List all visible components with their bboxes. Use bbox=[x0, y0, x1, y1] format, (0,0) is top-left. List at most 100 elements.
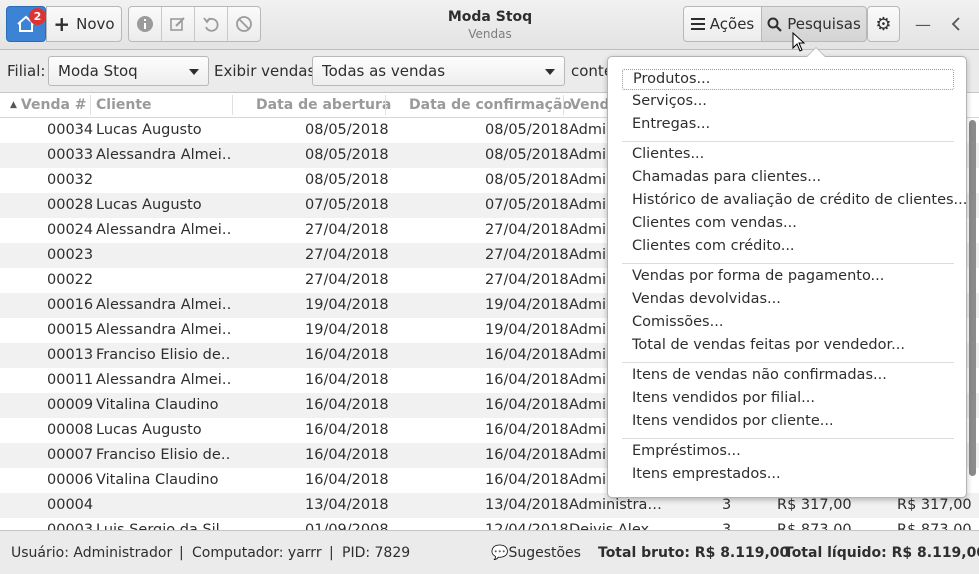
cell-confirmacao: 16/04/2018 bbox=[485, 372, 569, 388]
info-button[interactable] bbox=[129, 7, 162, 41]
cell-cliente: Alessandra Almei… bbox=[96, 222, 232, 238]
cell-confirmacao: 08/05/2018 bbox=[485, 122, 569, 138]
column-divider bbox=[232, 95, 233, 115]
window-subtitle: Vendas bbox=[468, 27, 512, 41]
novo-button[interactable]: + Novo bbox=[46, 6, 122, 42]
pesquisas-label: Pesquisas bbox=[787, 15, 861, 33]
cell-confirmacao: 08/05/2018 bbox=[485, 147, 569, 163]
cell-cliente: Luis Sergio da Sil… bbox=[96, 522, 232, 530]
cell-venda: 00013 bbox=[47, 347, 94, 363]
cell-abertura: 08/05/2018 bbox=[305, 147, 389, 163]
cell-confirmacao: 13/04/2018 bbox=[485, 497, 569, 513]
stoq-window: 2 + Novo Moda Stoq Vendas Ações Pesquisa… bbox=[0, 0, 979, 574]
cell-confirmacao: 16/04/2018 bbox=[485, 397, 569, 413]
menu-item[interactable]: Empréstimos... bbox=[622, 442, 954, 463]
acoes-button[interactable]: Ações bbox=[683, 6, 762, 42]
cell-abertura: 16/04/2018 bbox=[305, 372, 389, 388]
undo-icon bbox=[203, 17, 219, 32]
status-separator: | bbox=[329, 545, 334, 561]
acoes-label: Ações bbox=[709, 15, 755, 33]
cell-abertura: 08/05/2018 bbox=[305, 122, 389, 138]
home-button[interactable]: 2 bbox=[6, 6, 46, 42]
table-scrollbar[interactable] bbox=[969, 120, 976, 476]
minimize-icon: — bbox=[915, 14, 931, 34]
column-header-venda[interactable]: ▲ Venda # bbox=[10, 97, 87, 113]
menu-separator bbox=[622, 438, 954, 439]
cell-venda: 00028 bbox=[47, 197, 94, 213]
cell-vendedor: Deivis Alex bbox=[569, 522, 650, 530]
exibir-label: Exibir vendas bbox=[214, 62, 316, 80]
menu-item[interactable]: Serviços... bbox=[622, 92, 954, 113]
hamburger-icon bbox=[690, 18, 705, 30]
cell-total-liquido: R$ 317,00 bbox=[897, 497, 972, 513]
column-header-vendedor[interactable]: Vend bbox=[570, 97, 610, 113]
column-header-abertura[interactable]: Data de abertura bbox=[256, 97, 391, 113]
menu-separator bbox=[622, 141, 954, 142]
total-liquido: Total líquido: R$ 8.119,00 bbox=[784, 545, 979, 561]
column-divider bbox=[90, 95, 91, 115]
cell-abertura: 08/05/2018 bbox=[305, 172, 389, 188]
menu-item[interactable]: Clientes... bbox=[622, 145, 954, 166]
minimize-button[interactable]: — bbox=[912, 14, 934, 34]
column-divider bbox=[563, 95, 564, 115]
sort-asc-icon: ▲ bbox=[10, 100, 17, 110]
cell-cliente: Vitalina Claudino bbox=[96, 397, 219, 413]
info-icon bbox=[137, 16, 153, 32]
status-computador: Computador: yarrr bbox=[192, 545, 322, 561]
menu-item[interactable]: Clientes com vendas... bbox=[622, 214, 954, 235]
cell-confirmacao: 08/05/2018 bbox=[485, 172, 569, 188]
cell-cliente: Alessandra Almei… bbox=[96, 147, 232, 163]
exibir-combo[interactable]: Todas as vendas bbox=[312, 56, 565, 86]
cell-venda: 00016 bbox=[47, 297, 94, 313]
menu-item[interactable]: Itens emprestados... bbox=[622, 465, 954, 486]
edit-button[interactable] bbox=[162, 7, 195, 41]
column-divider bbox=[385, 95, 386, 115]
cell-venda: 00011 bbox=[47, 372, 94, 388]
sugestoes-button[interactable]: 💬Sugestões bbox=[491, 545, 581, 561]
cell-abertura: 16/04/2018 bbox=[305, 397, 389, 413]
column-header-confirmacao[interactable]: Data de confirmação bbox=[409, 97, 572, 113]
menu-item[interactable]: Comissões... bbox=[622, 313, 954, 334]
cell-cliente: Lucas Augusto bbox=[96, 197, 202, 213]
column-header-cliente[interactable]: Cliente bbox=[96, 97, 152, 113]
cell-confirmacao: 27/04/2018 bbox=[485, 272, 569, 288]
back-button[interactable] bbox=[946, 13, 966, 35]
window-title: Moda Stoq bbox=[447, 9, 533, 25]
cell-abertura: 27/04/2018 bbox=[305, 247, 389, 263]
filial-combo[interactable]: Moda Stoq bbox=[48, 56, 209, 86]
menu-item[interactable]: Vendas devolvidas... bbox=[622, 290, 954, 311]
menu-item[interactable]: Produtos... bbox=[622, 69, 954, 90]
menu-item[interactable]: Histórico de avaliação de crédito de cli… bbox=[622, 191, 967, 212]
menu-item[interactable]: Entregas... bbox=[622, 115, 954, 136]
menu-item[interactable]: Itens vendidos por filial... bbox=[622, 389, 954, 410]
chevron-left-icon bbox=[951, 17, 960, 31]
menu-item[interactable]: Vendas por forma de pagamento... bbox=[622, 267, 954, 288]
menu-item[interactable]: Total de vendas feitas por vendedor... bbox=[622, 336, 954, 357]
cell-confirmacao: 16/04/2018 bbox=[485, 472, 569, 488]
settings-button[interactable]: ⚙ bbox=[867, 6, 900, 42]
mouse-cursor-icon bbox=[792, 32, 806, 52]
edit-icon bbox=[170, 17, 185, 31]
undo-button[interactable] bbox=[195, 7, 228, 41]
cell-total-bruto: R$ 873,00 bbox=[777, 522, 852, 530]
cell-cliente: Franciso Elisio de… bbox=[96, 447, 232, 463]
cell-venda: 00008 bbox=[47, 422, 94, 438]
cancel-button[interactable] bbox=[228, 7, 260, 41]
menu-item[interactable]: Clientes com crédito... bbox=[622, 237, 954, 258]
header-bar: 2 + Novo Moda Stoq Vendas Ações Pesquisa… bbox=[0, 0, 979, 50]
menu-item[interactable]: Chamadas para clientes... bbox=[622, 168, 954, 189]
pesquisas-button[interactable]: Pesquisas bbox=[761, 6, 867, 42]
menu-item[interactable]: Itens vendidos por cliente... bbox=[622, 412, 954, 433]
status-bar: Usuário: Administrador | Computador: yar… bbox=[0, 530, 979, 574]
popover-arrow-inner bbox=[807, 48, 825, 57]
cell-confirmacao: 16/04/2018 bbox=[485, 422, 569, 438]
status-separator: | bbox=[179, 545, 184, 561]
total-bruto: Total bruto: R$ 8.119,00 bbox=[598, 545, 790, 561]
dropdown-arrow-icon bbox=[545, 69, 555, 75]
menu-separator bbox=[622, 263, 954, 264]
cell-confirmacao: 27/04/2018 bbox=[485, 222, 569, 238]
sugestoes-label: Sugestões bbox=[508, 545, 581, 561]
menu-item[interactable]: Itens de vendas não confirmadas... bbox=[622, 366, 954, 387]
table-row[interactable]: 00003 Luis Sergio da Sil… 01/09/2008 12/04/… bbox=[0, 518, 979, 530]
cell-abertura: 27/04/2018 bbox=[305, 222, 389, 238]
